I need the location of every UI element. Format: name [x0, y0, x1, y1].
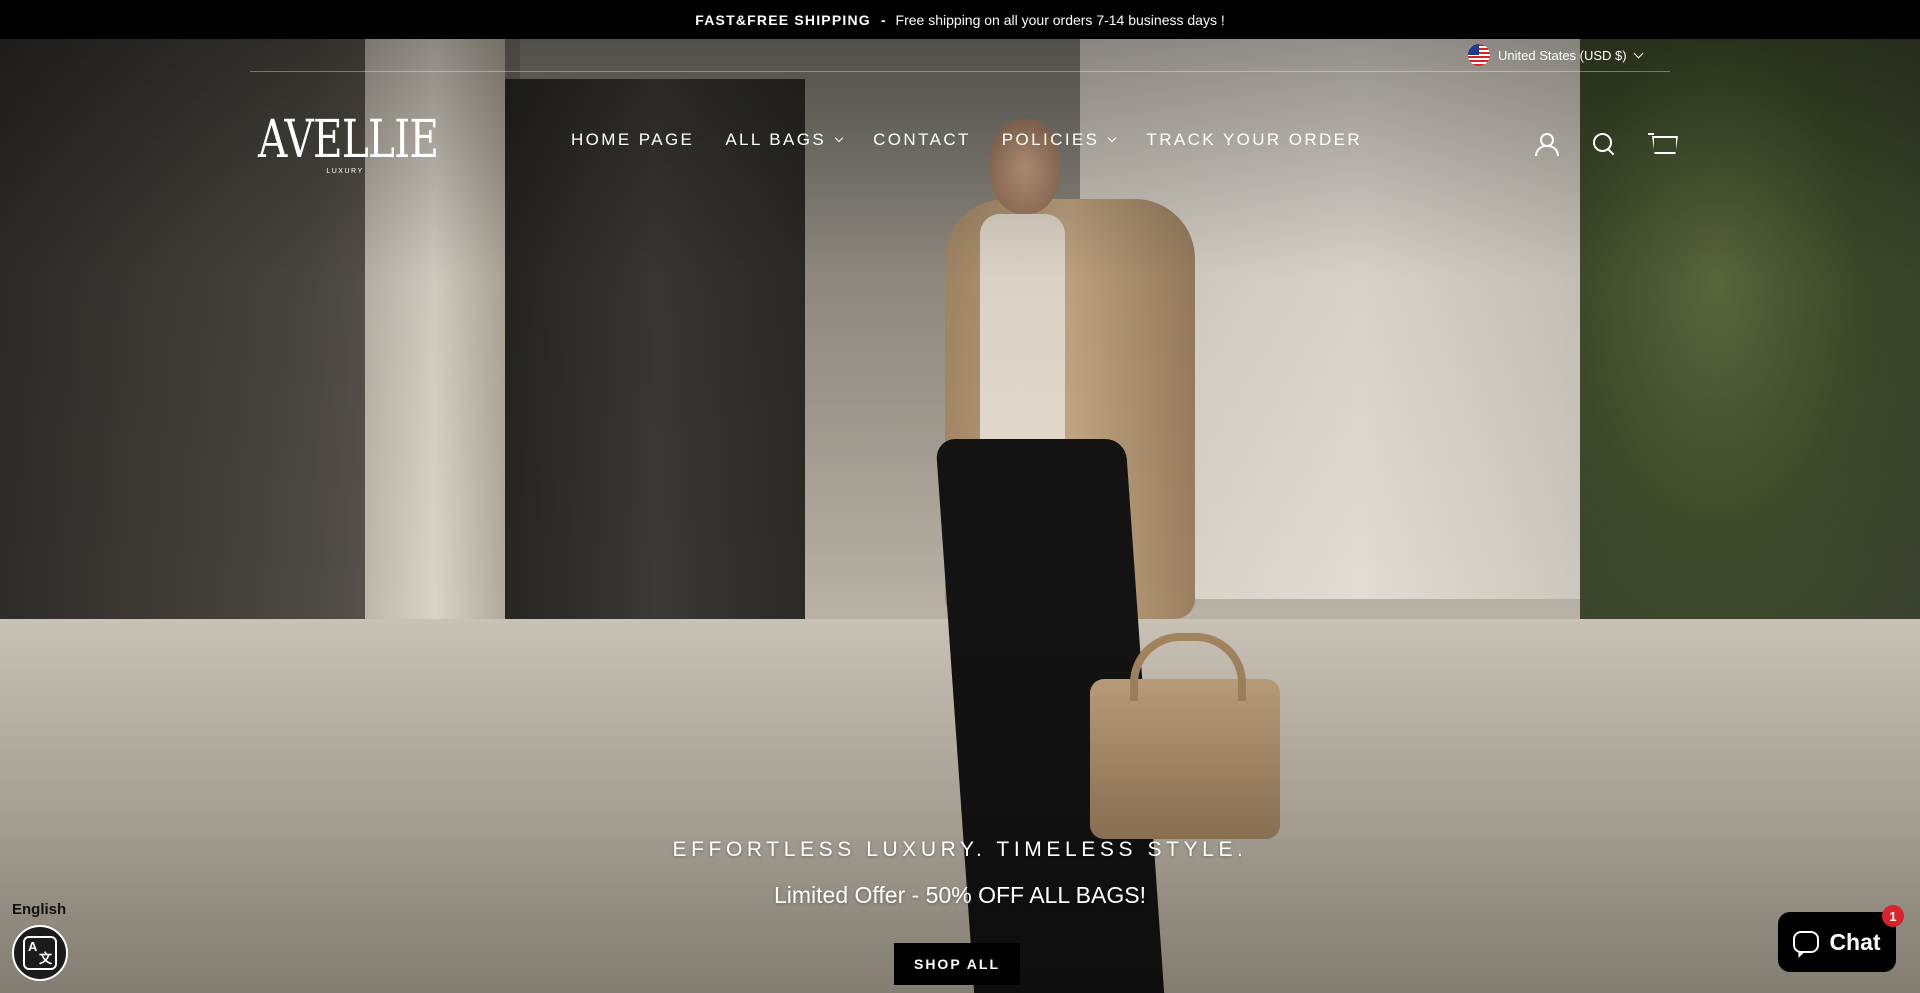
nav-item-label: POLICIES — [1001, 130, 1100, 149]
hero-tagline: EFFORTLESS LUXURY. TIMELESS STYLE. — [672, 838, 1248, 861]
header-icons — [1532, 130, 1678, 158]
nav-item-label: TRACK YOUR ORDER — [1146, 130, 1363, 149]
chat-button[interactable]: Chat — [1778, 912, 1896, 972]
chevron-down-icon — [834, 133, 844, 143]
announcement-text: Free shipping on all your orders 7-14 bu… — [895, 11, 1225, 28]
nav-item-label: CONTACT — [873, 130, 971, 149]
announcement-highlight: FAST&FREE SHIPPING — [695, 11, 871, 28]
chat-label: Chat — [1829, 928, 1881, 955]
nav-item-label: HOME PAGE — [571, 130, 695, 149]
nav-track-your-order[interactable]: TRACK YOUR ORDER — [1146, 130, 1362, 150]
chevron-down-icon — [1108, 133, 1117, 143]
announcement-separator: - — [880, 11, 886, 28]
nav-contact[interactable]: CONTACT — [873, 130, 971, 150]
translate-icon: A文 — [23, 936, 57, 970]
site-logo[interactable]: AVELLIE LUXURY — [258, 114, 442, 175]
nav-home-page[interactable]: HOME PAGE — [571, 130, 694, 150]
us-flag-icon — [1468, 44, 1490, 66]
nav-item-label: ALL BAGS — [725, 130, 827, 149]
shop-all-button[interactable]: SHOP ALL — [894, 943, 1020, 985]
hero-offer: Limited Offer - 50% OFF ALL BAGS! — [774, 882, 1146, 908]
hero-content: EFFORTLESS LUXURY. TIMELESS STYLE. Limit… — [0, 838, 1920, 909]
nav-policies[interactable]: POLICIES — [1001, 130, 1117, 150]
main-navigation: HOME PAGE ALL BAGS CONTACT POLICIES TRAC… — [571, 130, 1362, 150]
language-button[interactable]: A文 — [12, 925, 68, 981]
account-icon[interactable] — [1532, 130, 1560, 158]
chevron-down-icon — [1633, 48, 1644, 58]
cart-icon[interactable] — [1648, 130, 1678, 158]
country-selector-label: United States (USD $) — [1498, 47, 1627, 63]
nav-all-bags[interactable]: ALL BAGS — [725, 130, 844, 150]
country-selector[interactable]: United States (USD $) — [1468, 44, 1644, 66]
chat-notification-badge: 1 — [1882, 905, 1904, 927]
chat-bubble-icon — [1793, 931, 1820, 953]
language-label: English — [12, 901, 67, 918]
search-icon[interactable] — [1590, 130, 1618, 158]
announcement-bar: FAST&FREE SHIPPING - Free shipping on al… — [0, 0, 1920, 39]
logo-wordmark: AVELLIE — [258, 110, 439, 170]
header-divider — [250, 71, 1670, 72]
